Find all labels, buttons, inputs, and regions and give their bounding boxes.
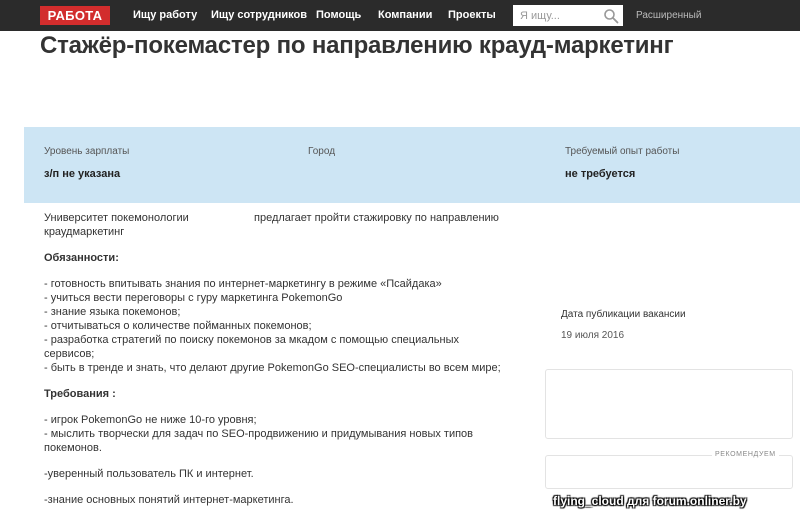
vacancy-description: Университет покемонологии предлагает про… xyxy=(44,211,524,507)
search-icon[interactable] xyxy=(603,8,619,24)
extra-requirement: -знание основных понятий интернет-маркет… xyxy=(44,494,294,506)
publication-date-label: Дата публикации вакансии xyxy=(561,309,686,320)
recommended-label: РЕКОМЕНДУЕМ xyxy=(712,451,779,458)
extra-requirement: -уверенный пользователь ПК и интернет. xyxy=(44,468,254,480)
sidebar-ad-block[interactable] xyxy=(545,369,793,439)
requirement-item: - мыслить творчески для задач по SEO-про… xyxy=(44,428,474,454)
duty-item: - отчитываться о количестве пойманных по… xyxy=(44,320,312,332)
experience-value: не требуется xyxy=(565,168,636,180)
intro-offer: предлагает пройти стажировку по направле… xyxy=(254,212,499,224)
nav-projects[interactable]: Проекты xyxy=(448,0,496,31)
nav-find-job[interactable]: Ищу работу xyxy=(133,0,197,31)
search-box xyxy=(513,5,623,26)
duty-item: - разработка стратегий по поиску покемон… xyxy=(44,334,459,360)
salary-label: Уровень зарплаты xyxy=(44,146,130,157)
nav-help[interactable]: Помощь xyxy=(316,0,361,31)
salary-value: з/п не указана xyxy=(44,168,121,180)
top-navigation-bar: РАБОТА Ищу работу Ищу сотрудников Помощь… xyxy=(0,0,800,31)
nav-find-employees[interactable]: Ищу сотрудников xyxy=(211,0,307,31)
watermark: flying_cloud для forum.onliner.by xyxy=(553,494,747,508)
requirements-title: Требования : xyxy=(44,388,116,400)
search-input[interactable] xyxy=(513,5,601,26)
intro-text: Университет покемонологии предлагает про… xyxy=(44,211,524,239)
company-name[interactable]: Университет покемонологии xyxy=(44,211,189,225)
city-label: Город xyxy=(308,146,336,157)
advanced-search-link[interactable]: Расширенный xyxy=(636,0,701,31)
site-logo[interactable]: РАБОТА xyxy=(40,6,110,25)
vacancy-info-panel: Уровень зарплаты з/п не указана Город Тр… xyxy=(24,127,800,203)
duty-item: - быть в тренде и знать, что делают друг… xyxy=(44,362,501,374)
duty-item: - знание языка покемонов; xyxy=(44,306,181,318)
intro-tail: краудмаркетинг xyxy=(44,226,125,238)
requirement-item: - игрок PokemonGo не ниже 10-го уровня; xyxy=(44,414,257,426)
duties-title: Обязанности: xyxy=(44,252,119,264)
nav-companies[interactable]: Компании xyxy=(378,0,432,31)
page-title: Стажёр-покемастер по направлению крауд-м… xyxy=(40,32,674,59)
duty-item: - учиться вести переговоры с гуру маркет… xyxy=(44,292,343,304)
recommended-block[interactable] xyxy=(545,455,793,489)
experience-label: Требуемый опыт работы xyxy=(565,146,680,157)
publication-date: 19 июля 2016 xyxy=(561,330,625,341)
duty-item: - готовность впитывать знания по интерне… xyxy=(44,278,442,290)
